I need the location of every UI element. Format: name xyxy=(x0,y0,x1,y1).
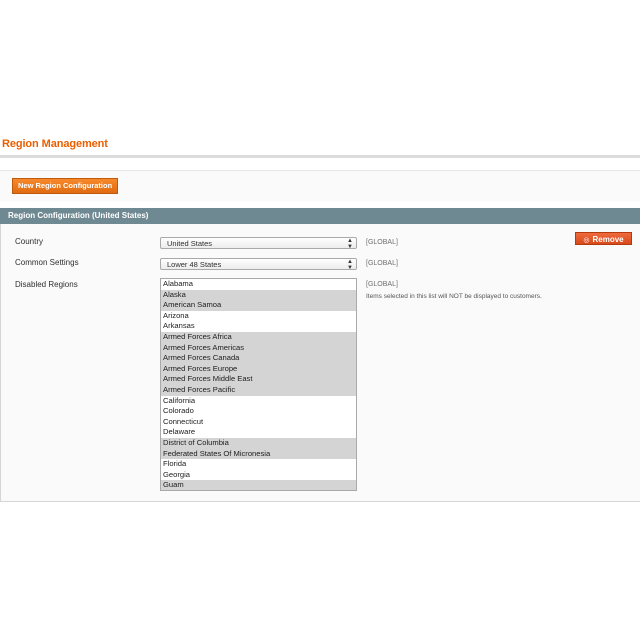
region-management-page: Region Management New Region Configurati… xyxy=(0,0,640,640)
list-item[interactable]: Armed Forces Pacific xyxy=(161,384,356,396)
disabled-regions-hint: Items selected in this list will NOT be … xyxy=(366,293,542,300)
list-item[interactable]: American Samoa xyxy=(161,300,356,311)
list-item[interactable]: Armed Forces Canada xyxy=(161,353,356,364)
remove-button[interactable]: ◎ Remove xyxy=(575,232,632,245)
list-item[interactable]: Armed Forces Americas xyxy=(161,342,356,354)
select-arrows-icon: ▲ ▼ xyxy=(347,259,353,271)
list-item[interactable]: Alaska xyxy=(161,289,356,301)
section-header: Region Configuration (United States) xyxy=(0,208,640,224)
country-select-value: United States xyxy=(167,239,213,248)
list-item[interactable]: Alabama xyxy=(161,279,356,290)
page-title: Region Management xyxy=(2,138,108,150)
country-scope: [GLOBAL] xyxy=(366,239,398,246)
list-item[interactable]: Colorado xyxy=(161,406,356,417)
common-settings-label: Common Settings xyxy=(15,258,79,267)
title-divider xyxy=(0,155,640,158)
action-bar: New Region Configuration xyxy=(0,170,640,201)
list-item[interactable]: Armed Forces Africa xyxy=(161,331,356,343)
disabled-regions-label: Disabled Regions xyxy=(15,280,78,289)
list-item[interactable]: Federated States Of Micronesia xyxy=(161,448,356,460)
list-item[interactable]: Armed Forces Europe xyxy=(161,363,356,375)
list-item[interactable]: Delaware xyxy=(161,427,356,438)
common-settings-scope: [GLOBAL] xyxy=(366,260,398,267)
list-item[interactable]: Florida xyxy=(161,459,356,470)
list-item[interactable]: Connecticut xyxy=(161,417,356,428)
remove-button-label: Remove xyxy=(592,235,624,244)
disabled-regions-listbox[interactable]: Alabama Alaska American Samoa Arizona Ar… xyxy=(160,278,357,491)
list-item[interactable]: Armed Forces Middle East xyxy=(161,374,356,385)
common-settings-select-value: Lower 48 States xyxy=(167,260,222,269)
list-item[interactable]: Arkansas xyxy=(161,321,356,332)
list-item[interactable]: Guam xyxy=(161,480,356,490)
disabled-regions-scope: [GLOBAL] xyxy=(366,281,398,288)
select-arrows-icon: ▲ ▼ xyxy=(347,238,353,250)
remove-circle-icon: ◎ xyxy=(583,237,590,244)
common-settings-select[interactable]: Lower 48 States ▲ ▼ xyxy=(160,258,357,271)
new-region-configuration-button[interactable]: New Region Configuration xyxy=(12,178,119,194)
list-item[interactable]: District of Columbia xyxy=(161,437,356,449)
country-label: Country xyxy=(15,237,44,246)
list-item[interactable]: Georgia xyxy=(161,470,356,481)
country-select[interactable]: United States ▲ ▼ xyxy=(160,237,357,250)
list-item[interactable]: Arizona xyxy=(161,311,356,322)
list-item[interactable]: California xyxy=(161,396,356,407)
